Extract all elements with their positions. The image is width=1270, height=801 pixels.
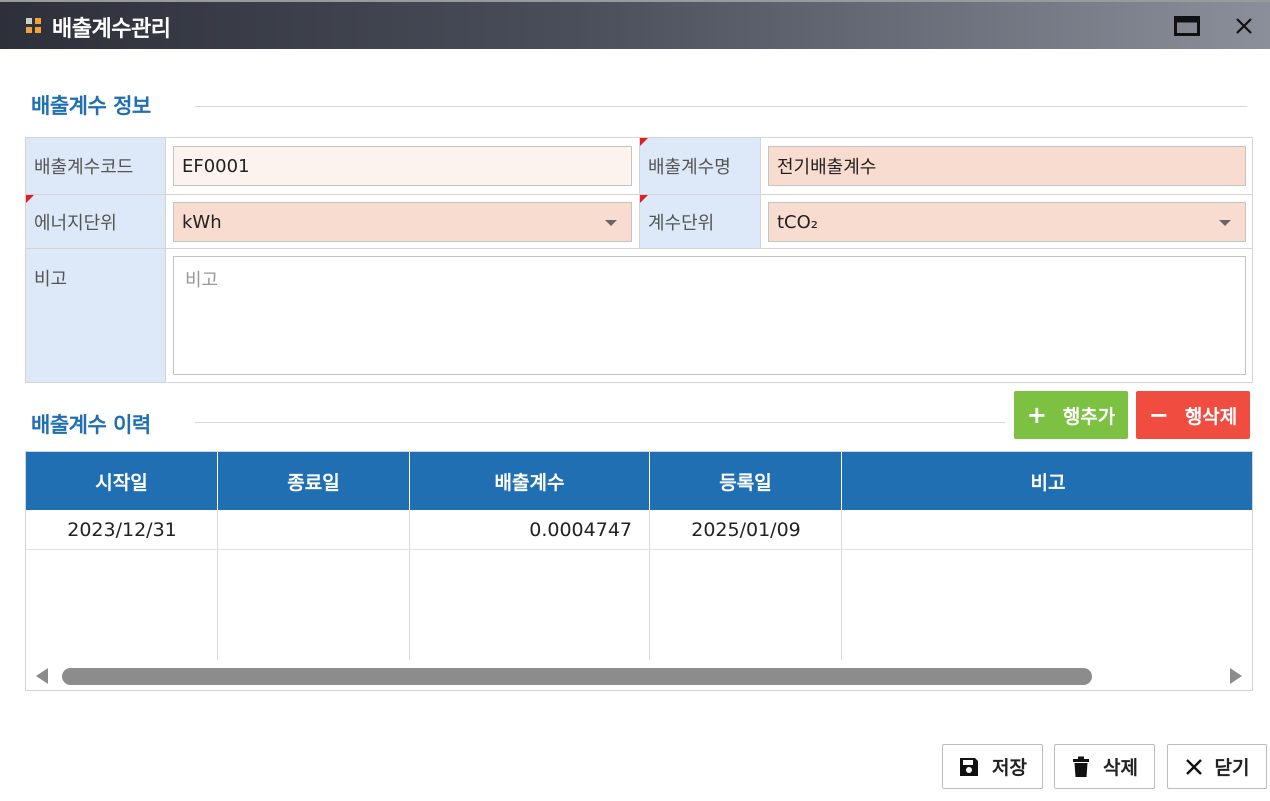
save-icon: [960, 757, 979, 776]
column-header-registered[interactable]: 등록일: [650, 452, 842, 510]
column-header-start[interactable]: 시작일: [26, 452, 218, 510]
grid-header: 시작일 종료일 배출계수 등록일 비고: [26, 452, 1252, 510]
close-label: 닫기: [1214, 757, 1250, 779]
code-label: 배출계수코드: [26, 138, 166, 195]
close-button[interactable]: 닫기: [1167, 744, 1267, 789]
cell-coef[interactable]: 0.0004747: [410, 510, 650, 550]
history-grid: 시작일 종료일 배출계수 등록일 비고 2023/12/31 0.0004747…: [25, 451, 1253, 691]
column-header-note[interactable]: 비고: [842, 452, 1252, 510]
chevron-down-icon: [1219, 220, 1231, 226]
scroll-right-icon[interactable]: [1230, 668, 1242, 684]
minus-icon: −: [1148, 401, 1169, 429]
history-section-title: 배출계수 이력: [31, 413, 151, 437]
coef-unit-value: tCO₂: [777, 211, 819, 233]
scrollbar-thumb[interactable]: [62, 668, 1092, 685]
plus-icon: +: [1026, 401, 1047, 429]
save-label: 저장: [992, 757, 1027, 779]
maximize-icon: [1174, 16, 1200, 36]
table-row[interactable]: 2023/12/31 0.0004747 2025/01/09: [26, 510, 1252, 550]
app-logo-icon: [26, 18, 42, 34]
horizontal-scrollbar[interactable]: [26, 660, 1252, 690]
window-title: 배출계수관리: [52, 17, 171, 42]
name-label: 배출계수명: [639, 138, 761, 195]
section-divider: [195, 106, 1247, 107]
coef-unit-label: 계수단위: [639, 195, 761, 249]
delete-row-label: 행삭제: [1184, 405, 1238, 428]
cell-start[interactable]: 2023/12/31: [26, 510, 218, 550]
name-field[interactable]: 전기배출계수: [768, 146, 1246, 186]
cell-registered[interactable]: 2025/01/09: [650, 510, 842, 550]
note-label: 비고: [26, 249, 166, 382]
add-row-button[interactable]: + 행추가: [1014, 391, 1128, 439]
window-titlebar: 배출계수관리: [0, 0, 1270, 49]
close-icon: [1236, 18, 1252, 34]
section-divider: [195, 422, 1005, 423]
close-window-button[interactable]: [1230, 14, 1258, 38]
column-header-coef[interactable]: 배출계수: [410, 452, 650, 510]
energy-unit-select[interactable]: kWh: [173, 202, 632, 242]
add-row-label: 행추가: [1062, 405, 1116, 428]
delete-row-button[interactable]: − 행삭제: [1136, 391, 1250, 439]
energy-unit-value: kWh: [182, 211, 222, 233]
info-section-title: 배출계수 정보: [31, 94, 151, 118]
chevron-down-icon: [605, 220, 617, 226]
save-button[interactable]: 저장: [942, 744, 1043, 789]
cell-note[interactable]: [842, 510, 1252, 550]
grid-body: 2023/12/31 0.0004747 2025/01/09: [26, 510, 1252, 660]
scroll-left-icon[interactable]: [36, 668, 48, 684]
maximize-button[interactable]: [1173, 14, 1201, 38]
code-field[interactable]: EF0001: [173, 146, 632, 186]
info-form: 배출계수코드 EF0001 배출계수명 전기배출계수 에너지단위 kWh 계수단…: [25, 137, 1253, 383]
coef-unit-select[interactable]: tCO₂: [768, 202, 1246, 242]
close-icon: [1185, 758, 1202, 775]
note-textarea[interactable]: 비고: [173, 256, 1246, 375]
column-header-end[interactable]: 종료일: [218, 452, 410, 510]
cell-end[interactable]: [218, 510, 410, 550]
trash-icon: [1073, 756, 1090, 777]
energy-unit-label: 에너지단위: [26, 195, 166, 249]
delete-button[interactable]: 삭제: [1054, 744, 1155, 789]
delete-label: 삭제: [1103, 757, 1138, 779]
